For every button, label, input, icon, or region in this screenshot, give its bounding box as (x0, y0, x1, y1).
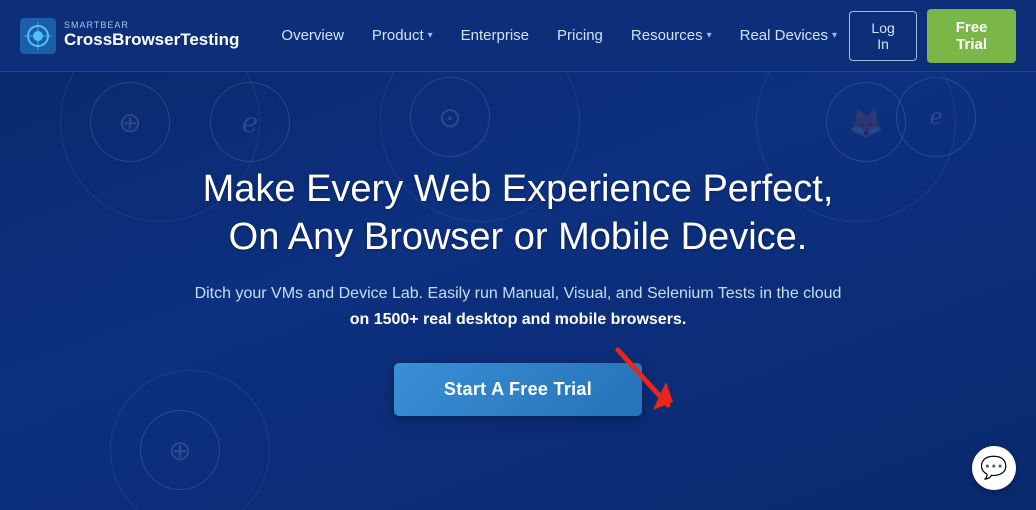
nav-item-overview[interactable]: Overview (269, 19, 356, 52)
firefox-browser-icon: 🦊 (826, 82, 906, 162)
nav-item-enterprise[interactable]: Enterprise (449, 19, 541, 52)
nav-item-resources[interactable]: Resources ▾ (619, 19, 724, 52)
chevron-down-icon: ▾ (832, 30, 837, 41)
hero-title: Make Every Web Experience Perfect, On An… (195, 166, 842, 261)
chat-icon-symbol: 💬 (980, 455, 1007, 481)
navbar: SMARTBEAR CrossBrowserTesting Overview P… (0, 0, 1036, 72)
hero-subtitle: Ditch your VMs and Device Lab. Easily ru… (195, 281, 842, 332)
safari-browser-icon: ⊕ (90, 82, 170, 162)
opera-browser-icon: ⊙ (410, 77, 490, 157)
red-arrow-icon (598, 330, 698, 430)
chrome-browser-icon: ⊕ (140, 410, 220, 490)
logo-icon (20, 18, 56, 54)
nav-item-product[interactable]: Product ▾ (360, 19, 445, 52)
nav-actions: Log In Free Trial (849, 9, 1016, 63)
edge-browser-icon: ℯ (896, 77, 976, 157)
arrow-indicator (598, 330, 698, 435)
chevron-down-icon: ▾ (707, 30, 712, 41)
login-button[interactable]: Log In (849, 11, 917, 61)
chat-widget[interactable]: 💬 (972, 446, 1016, 490)
nav-item-pricing[interactable]: Pricing (545, 19, 615, 52)
ie-browser-icon: ℯ (210, 82, 290, 162)
free-trial-button[interactable]: Free Trial (927, 9, 1016, 63)
hero-content: Make Every Web Experience Perfect, On An… (195, 166, 842, 415)
product-name-label: CrossBrowserTesting (64, 31, 239, 50)
hero-section: ⊕ ℯ ⊙ 🦊 ℯ ⊕ Make Every Web Experience Pe… (0, 72, 1036, 510)
nav-links: Overview Product ▾ Enterprise Pricing Re… (269, 19, 849, 52)
logo[interactable]: SMARTBEAR CrossBrowserTesting (20, 18, 239, 54)
logo-text: SMARTBEAR CrossBrowserTesting (64, 21, 239, 50)
nav-item-real-devices[interactable]: Real Devices ▾ (728, 19, 849, 52)
chevron-down-icon: ▾ (428, 30, 433, 41)
